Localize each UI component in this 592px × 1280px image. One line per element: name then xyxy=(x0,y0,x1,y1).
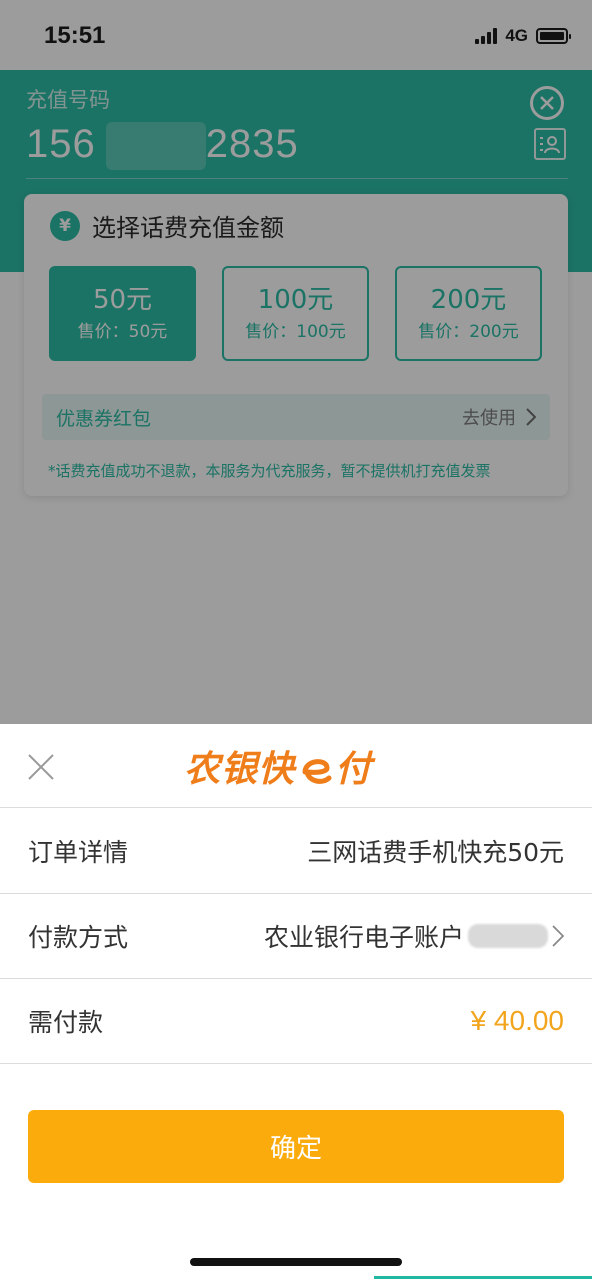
order-detail-row: 订单详情 三网话费手机快充50元 xyxy=(0,809,592,894)
payment-sheet: 农银快 付 订单详情 三网话费手机快充50元 付款方式 农业银行电子账户 需付款… xyxy=(0,724,592,1280)
payment-method-value: 农业银行电子账户 xyxy=(263,923,464,952)
payment-method-row[interactable]: 付款方式 农业银行电子账户 xyxy=(0,894,592,979)
amount-due-label: 需付款 xyxy=(28,1008,104,1037)
amount-due-row: 需付款 ¥ 40.00 xyxy=(0,979,592,1064)
bottom-accent-line xyxy=(374,1276,592,1279)
payment-method-label: 付款方式 xyxy=(28,923,129,952)
order-detail-label: 订单详情 xyxy=(28,838,129,867)
brand-e-icon xyxy=(302,759,332,784)
order-detail-value: 三网话费手机快充50元 xyxy=(307,838,564,867)
brand-logo: 农银快 付 xyxy=(184,740,372,792)
home-indicator[interactable] xyxy=(190,1258,402,1266)
sheet-header: 农银快 付 xyxy=(0,724,592,808)
confirm-button[interactable]: 确定 xyxy=(28,1110,564,1183)
modal-backdrop[interactable] xyxy=(0,0,592,724)
amount-due-value: ¥ 40.00 xyxy=(470,1005,564,1036)
brand-text-part2: 付 xyxy=(335,749,373,790)
account-number-redaction xyxy=(468,924,548,948)
brand-text-part1: 农银快 xyxy=(184,749,296,790)
chevron-right-icon xyxy=(552,925,564,947)
close-icon[interactable] xyxy=(26,752,56,782)
payment-method-right: 农业银行电子账户 xyxy=(264,918,564,954)
